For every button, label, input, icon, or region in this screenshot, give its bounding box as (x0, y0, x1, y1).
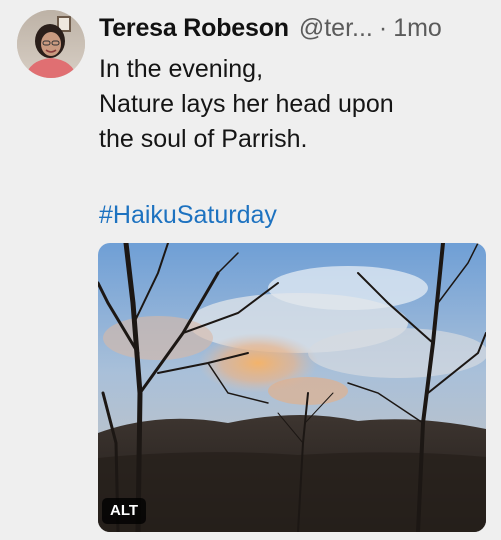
author-name[interactable]: Teresa Robeson (99, 11, 289, 45)
alt-badge[interactable]: ALT (102, 498, 147, 524)
timestamp[interactable]: 1mo (393, 11, 442, 45)
tweet[interactable]: Teresa Robeson @ter... · 1mo In the even… (0, 0, 501, 540)
author-handle[interactable]: @ter... (299, 11, 373, 45)
separator-dot: · (378, 14, 388, 42)
tweet-header: Teresa Robeson @ter... · 1mo (99, 11, 442, 45)
avatar[interactable] (17, 10, 85, 78)
tweet-text: In the evening, Nature lays her head upo… (99, 52, 394, 157)
tweet-line: Nature lays her head upon (99, 90, 394, 118)
hashtag-link[interactable]: #HaikuSaturday (99, 198, 277, 233)
tweet-line: the soul of Parrish. (99, 125, 308, 153)
tweet-photo[interactable] (98, 243, 486, 532)
tweet-line: In the evening, (99, 55, 264, 83)
